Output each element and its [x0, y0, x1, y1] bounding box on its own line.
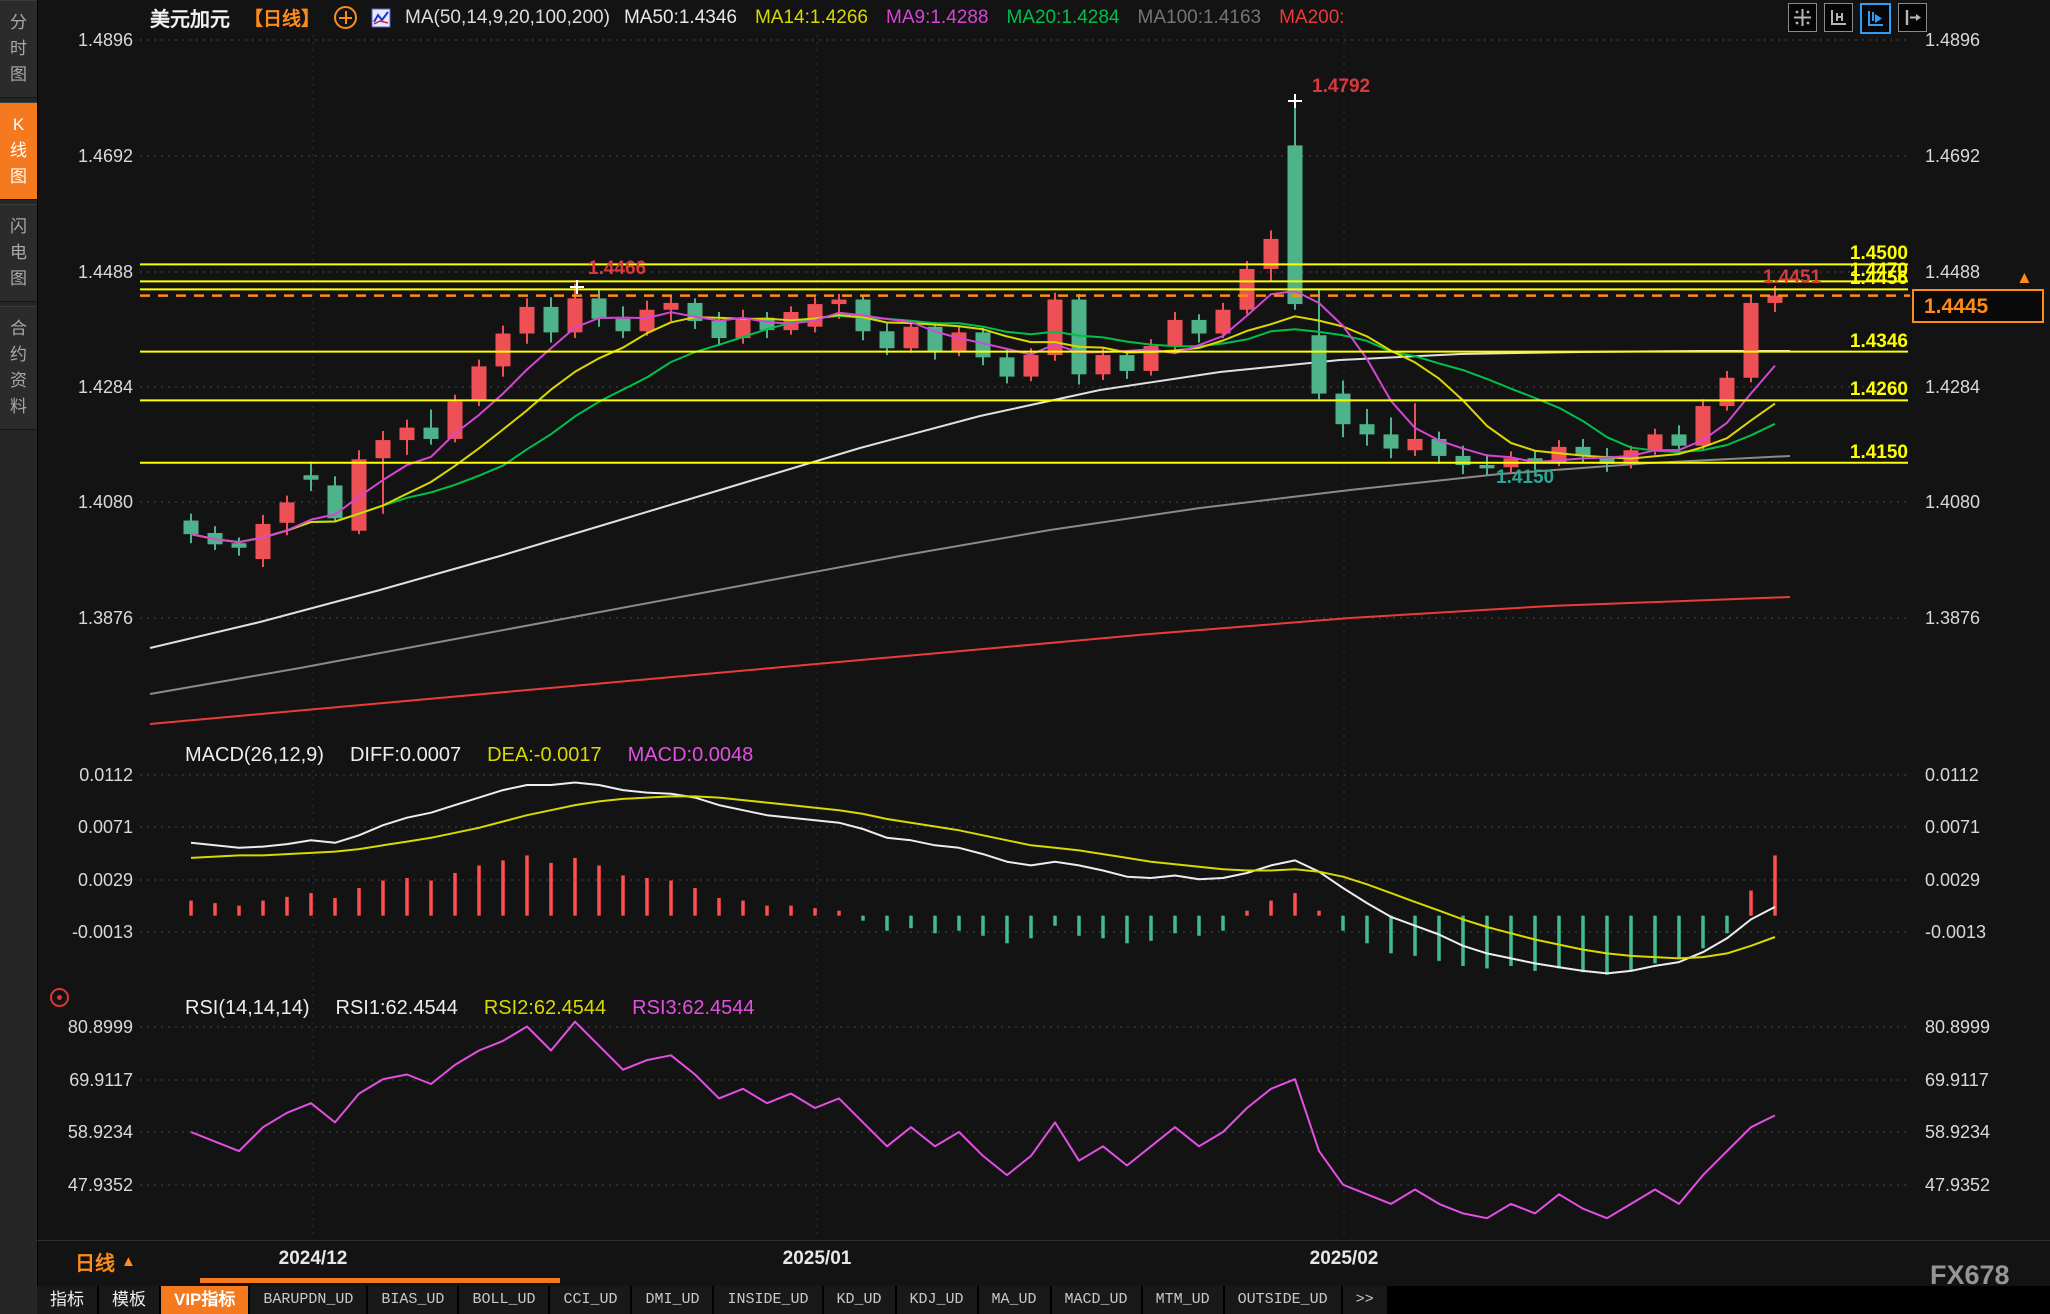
sidebar-item-1[interactable]: K线图: [0, 102, 37, 200]
rsi-header: RSI(14,14,14) RSI1:62.4544 RSI2:62.4544 …: [185, 997, 755, 1020]
rsi3-value: RSI3:62.4544: [632, 997, 754, 1020]
rsi2-value: RSI2:62.4544: [484, 997, 606, 1020]
rsi-title: RSI(14,14,14): [185, 997, 310, 1020]
chart-header: 美元加元 【日线】 MA(50,14,9,20,100,200) MA50:1.…: [150, 4, 1345, 31]
date-tick-label: 2025/01: [783, 1248, 852, 1270]
axis-tick-label: 1.4284: [1925, 376, 1980, 398]
date-tick-label: 2024/12: [279, 1248, 348, 1270]
indicator-tab-1[interactable]: 模板: [99, 1286, 159, 1314]
chart-toolbar: [1788, 3, 1927, 34]
indicator-tab-bar: 指标模板VIP指标BARUPDN_UDBIAS_UDBOLL_UDCCI_UDD…: [37, 1286, 2050, 1314]
candlestick-chart-canvas[interactable]: [0, 0, 2050, 1314]
auto-scroll-icon[interactable]: [1860, 3, 1891, 34]
axis-tick-label: 1.4080: [1925, 491, 1980, 513]
rsi1-value: RSI1:62.4544: [336, 997, 458, 1020]
ma-legend-item: MA50:1.4346: [624, 7, 737, 29]
axis-tick-label: 69.9117: [1925, 1069, 1989, 1091]
macd-header: MACD(26,12,9) DIFF:0.0007 DEA:-0.0017 MA…: [185, 744, 753, 767]
axis-tick-label: 1.4692: [38, 145, 133, 167]
axis-tick-label: 0.0112: [1925, 764, 1979, 786]
indicator-tab-3[interactable]: BARUPDN_UD: [250, 1286, 366, 1314]
axis-tick-label: 0.0071: [1925, 816, 1980, 838]
ma-legend-item: MA200:: [1279, 7, 1344, 29]
axis-tick-label: 47.9352: [1925, 1174, 1990, 1196]
indicator-tab-9[interactable]: KD_UD: [824, 1286, 895, 1314]
pivot-price-label: 1.4451: [1763, 267, 1821, 289]
timeframe-selector[interactable]: 日线 ▲: [75, 1247, 136, 1276]
ma-legend: MA50:1.4346 MA14:1.4266 MA9:1.4288 MA20:1.4…: [624, 7, 1345, 29]
axis-tick-label: 47.9352: [38, 1174, 133, 1196]
axis-tick-label: 1.4488: [38, 261, 133, 283]
axis-tick-label: 0.0029: [38, 869, 133, 891]
axis-tick-label: 58.9234: [1925, 1121, 1990, 1143]
axis-tick-label: 1.4284: [38, 376, 133, 398]
axis-tick-label: 1.4488: [1925, 261, 1980, 283]
price-up-arrow-icon: ▲: [2016, 268, 2033, 288]
axis-tick-label: 58.9234: [38, 1121, 133, 1143]
indicator-tab-12[interactable]: MACD_UD: [1052, 1286, 1141, 1314]
chart-thumbnail-icon: [371, 8, 391, 28]
axis-tick-label: 0.0112: [38, 764, 133, 786]
indicator-tab-13[interactable]: MTM_UD: [1143, 1286, 1223, 1314]
indicator-tab-0[interactable]: 指标: [37, 1286, 97, 1314]
sidebar-item-2[interactable]: 闪电图: [0, 204, 37, 302]
indicator-tab-4[interactable]: BIAS_UD: [368, 1286, 457, 1314]
axis-tick-label: 1.3876: [1925, 607, 1980, 629]
yellow-level-label: 1.4456: [1850, 268, 1908, 290]
indicator-tab-2[interactable]: VIP指标: [161, 1286, 248, 1314]
axis-tick-label: 0.0029: [1925, 869, 1980, 891]
indicator-tab-8[interactable]: INSIDE_UD: [714, 1286, 821, 1314]
indicator-tab-15[interactable]: >>: [1343, 1286, 1387, 1314]
rsi-marker-icon: [50, 988, 69, 1007]
timeframe-label: 日线: [75, 1247, 115, 1276]
indicator-tab-6[interactable]: CCI_UD: [550, 1286, 630, 1314]
timeframe-dropdown-icon: ▲: [121, 1253, 136, 1270]
pivot-price-label: 1.4792: [1312, 76, 1370, 98]
period-label: 【日线】: [244, 4, 320, 31]
axis-tick-label: -0.0013: [1925, 921, 1986, 943]
ma-parameters: MA(50,14,9,20,100,200): [405, 7, 610, 29]
indicator-tab-11[interactable]: MA_UD: [979, 1286, 1050, 1314]
macd-title: MACD(26,12,9): [185, 744, 324, 767]
date-axis-divider: [37, 1240, 2050, 1241]
axis-tick-label: 1.4080: [38, 491, 133, 513]
axis-tick-label: 1.4896: [1925, 29, 1980, 51]
axis-tick-label: 1.4692: [1925, 145, 1980, 167]
pivot-price-label: 1.4466: [588, 258, 646, 280]
axis-tick-label: 80.8999: [1925, 1016, 1990, 1038]
current-price-badge: 1.4445: [1912, 289, 2044, 323]
axis-tick-label: -0.0013: [38, 921, 133, 943]
ma-legend-item: MA100:1.4163: [1138, 7, 1262, 29]
axis-tick-label: 80.8999: [38, 1016, 133, 1038]
yellow-level-label: 1.4150: [1850, 442, 1908, 464]
ma-legend-item: MA20:1.4284: [1006, 7, 1119, 29]
indicator-tab-7[interactable]: DMI_UD: [632, 1286, 712, 1314]
shift-right-icon[interactable]: [1898, 3, 1927, 32]
macd-dea-value: DEA:-0.0017: [487, 744, 602, 767]
symbol-title: 美元加元: [150, 3, 230, 32]
yellow-level-label: 1.4260: [1850, 379, 1908, 401]
pan-icon[interactable]: [1788, 3, 1817, 32]
pivot-price-label: 1.4150: [1496, 467, 1554, 489]
axis-scale-icon[interactable]: [1824, 3, 1853, 32]
date-tick-label: 2025/02: [1310, 1248, 1379, 1270]
axis-tick-label: 1.4896: [38, 29, 133, 51]
ma-legend-item: MA14:1.4266: [755, 7, 868, 29]
add-indicator-icon[interactable]: [334, 6, 357, 29]
ma-legend-item: MA9:1.4288: [886, 7, 988, 29]
horizontal-scrollbar-thumb[interactable]: [200, 1278, 560, 1283]
sidebar-item-0[interactable]: 分时图: [0, 0, 37, 98]
axis-tick-label: 1.3876: [38, 607, 133, 629]
axis-tick-label: 0.0071: [38, 816, 133, 838]
indicator-tab-10[interactable]: KDJ_UD: [897, 1286, 977, 1314]
macd-diff-value: DIFF:0.0007: [350, 744, 461, 767]
axis-tick-label: 69.9117: [38, 1069, 133, 1091]
brand-watermark: FX678: [1930, 1260, 2010, 1291]
macd-macd-value: MACD:0.0048: [628, 744, 754, 767]
indicator-tab-5[interactable]: BOLL_UD: [459, 1286, 548, 1314]
indicator-tab-14[interactable]: OUTSIDE_UD: [1225, 1286, 1341, 1314]
sidebar: 分时图 K线图闪电图合约资料: [0, 0, 38, 1314]
yellow-level-label: 1.4346: [1850, 331, 1908, 353]
sidebar-item-3[interactable]: 合约资料: [0, 306, 37, 430]
